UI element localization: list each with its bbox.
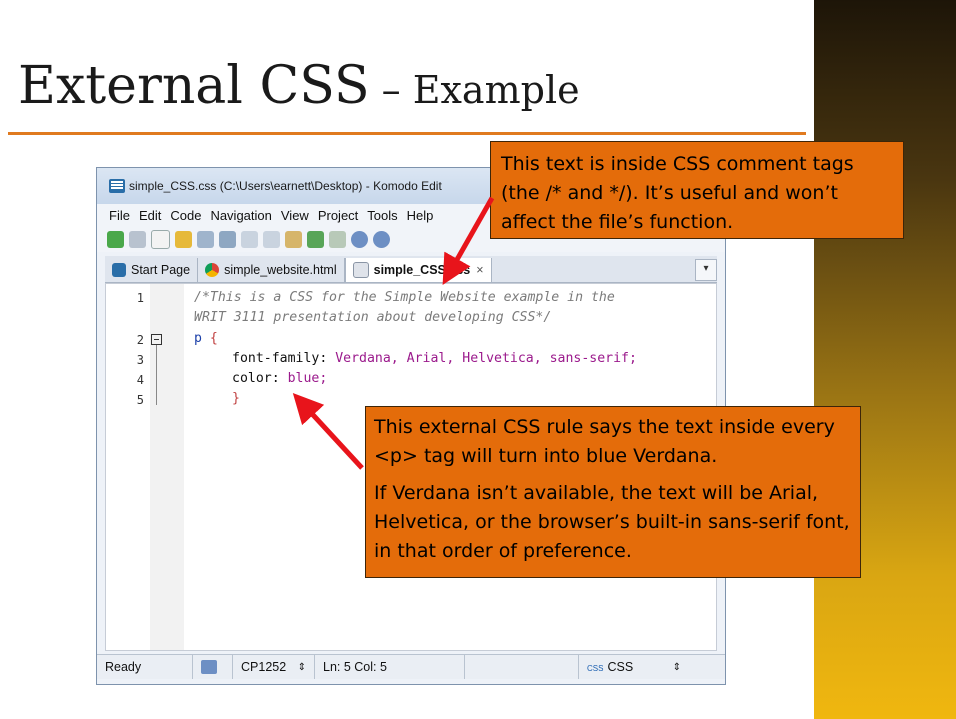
spinner-icon: ⇕: [297, 661, 306, 673]
cursor-position: Ln: 5 Col: 5: [315, 655, 465, 679]
css-close-brace: }: [232, 391, 240, 406]
copy-icon[interactable]: [263, 230, 280, 248]
line-number: 1: [136, 291, 144, 305]
tab-label: Start Page: [131, 263, 191, 277]
menu-code[interactable]: Code: [170, 208, 201, 223]
redo-icon[interactable]: [329, 230, 346, 248]
tab-start-page[interactable]: Start Page: [105, 258, 199, 282]
debug-icon[interactable]: [373, 230, 390, 248]
tab-simple-website-html[interactable]: simple_website.html: [198, 258, 345, 282]
slide-title-sub: Example: [412, 68, 580, 112]
close-tab-icon[interactable]: ×: [476, 263, 483, 277]
line-number: 4: [136, 373, 144, 387]
code-selector-line: p {: [194, 331, 218, 346]
css-file-icon: [352, 262, 369, 278]
new-file-icon[interactable]: [151, 229, 170, 249]
code-comment-line: WRIT 3111 presentation about developing …: [194, 310, 552, 325]
title-underline: [8, 132, 806, 135]
language-wrap: CSS CSS: [587, 660, 633, 674]
menu-project[interactable]: Project: [318, 208, 358, 223]
slide-title-main: External CSS: [18, 56, 370, 116]
language-value: CSS: [607, 660, 634, 674]
line-number: 2: [136, 333, 144, 347]
code-declaration-line: color: blue;: [232, 371, 327, 386]
callout-text: This text is inside CSS comment tags (th…: [501, 153, 854, 233]
encoding-value: CP1252: [241, 660, 287, 674]
menu-edit[interactable]: Edit: [139, 208, 161, 223]
editor-tab-bar: Start Page simple_website.html simple_CS…: [105, 256, 717, 283]
line-number: 3: [136, 353, 144, 367]
status-ready: Ready: [97, 655, 193, 679]
slide-title-dash: –: [369, 68, 413, 112]
tab-label: simple_website.html: [224, 263, 337, 277]
save-all-icon[interactable]: [219, 230, 236, 248]
forward-icon[interactable]: [129, 230, 146, 248]
callout-css-rule-explanation: This external CSS rule says the text ins…: [365, 406, 861, 578]
tab-simple-css[interactable]: simple_CSS.css ×: [344, 258, 492, 282]
back-icon[interactable]: [107, 230, 124, 248]
slide-title: External CSS – Example: [18, 56, 580, 116]
menu-view[interactable]: View: [281, 208, 309, 223]
spinner-icon: ⇕: [672, 661, 681, 673]
undo-icon[interactable]: [307, 230, 324, 248]
komodo-icon: [112, 263, 126, 277]
css-language-icon: CSS: [587, 664, 604, 673]
syntax-check-icon: [201, 660, 217, 674]
css-selector: p: [194, 331, 202, 346]
line-number: 5: [136, 393, 144, 407]
status-bar: Ready CP1252 ⇕ Ln: 5 Col: 5 CSS CSS ⇕: [97, 654, 725, 679]
code-declaration-line: font-family: Verdana, Arial, Helvetica, …: [232, 351, 637, 366]
callout-text: If Verdana isn’t available, the text wil…: [374, 482, 850, 562]
status-check-icon[interactable]: [193, 655, 233, 679]
language-selector[interactable]: CSS CSS ⇕: [579, 655, 689, 679]
css-property: font-family:: [232, 351, 328, 366]
run-icon[interactable]: [351, 230, 368, 248]
menu-file[interactable]: File: [109, 208, 130, 223]
menu-tools[interactable]: Tools: [367, 208, 397, 223]
callout-comment-explanation: This text is inside CSS comment tags (th…: [490, 141, 904, 239]
css-open-brace: {: [201, 331, 218, 346]
menu-help[interactable]: Help: [407, 208, 434, 223]
tab-label: simple_CSS.css: [373, 263, 471, 277]
code-comment-line: /*This is a CSS for the Simple Website e…: [194, 290, 615, 305]
decorative-gradient-bar: [814, 0, 956, 719]
fold-guide: [156, 345, 157, 405]
css-property: color:: [232, 371, 280, 386]
callout-text: This external CSS rule says the text ins…: [374, 416, 835, 467]
cut-icon[interactable]: [241, 230, 258, 248]
menu-navigation[interactable]: Navigation: [210, 208, 271, 223]
save-icon[interactable]: [197, 230, 214, 248]
tab-list-dropdown[interactable]: ▾: [695, 259, 717, 281]
encoding-selector[interactable]: CP1252 ⇕: [233, 655, 315, 679]
css-value: Verdana, Arial, Helvetica, sans-serif;: [327, 351, 637, 366]
chrome-icon: [205, 263, 220, 277]
css-value: blue;: [279, 371, 328, 386]
window-title: simple_CSS.css (C:\Users\earnett\Desktop…: [129, 179, 442, 193]
fold-toggle-icon[interactable]: [151, 334, 162, 345]
paste-icon[interactable]: [285, 230, 302, 248]
open-folder-icon[interactable]: [175, 230, 192, 248]
status-empty: [465, 655, 579, 679]
komodo-icon: [109, 179, 125, 193]
